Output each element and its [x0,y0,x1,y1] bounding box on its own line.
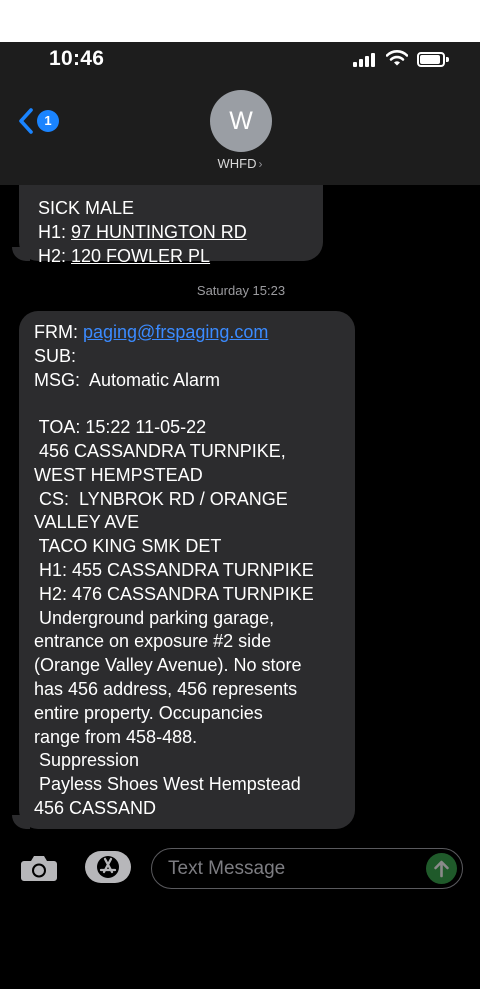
incoming-message-bubble[interactable]: SICK MALE H1: 97 HUNTINGTON RD H2: 120 F… [19,185,323,266]
message-timestamp: Saturday 15:23 [196,283,286,298]
message-line: MSG: Automatic Alarm [34,369,221,390]
contact-name: WHFD [217,156,257,171]
message-line: H2: 120 FOWLER PL [38,245,211,266]
message-line: TACO KING SMK DET [34,536,222,557]
unread-count-badge: 1 [37,110,59,132]
chevron-left-icon [19,108,33,134]
message-line: 456 CASSAND [34,797,157,818]
message-line: WEST HEMPSTEAD [34,464,203,485]
contact-name-button[interactable]: WHFD › [0,156,480,171]
message-line: (Orange Valley Avenue). No store [34,655,302,676]
message-line: entrance on exposure #2 side [34,631,272,652]
message-line: SICK MALE [38,198,135,218]
cellular-signal-icon [353,53,377,67]
message-line: Underground parking garage, [34,607,275,628]
message-line: H1: 97 HUNTINGTON RD [38,221,247,242]
message-line: entire property. Occupancies [34,702,263,723]
message-line: TOA: 15:22 11-05-22 [34,417,207,438]
top-strip [0,0,480,42]
message-line: Payless Shoes West Hempstead [34,774,301,795]
address-link[interactable]: 97 HUNTINGTON RD [71,222,247,242]
status-time: 10:46 [49,47,105,70]
message-body: SUB: MSG: Automatic Alarm TOA: 15:22 11-0… [34,345,345,821]
bubble-tail [12,247,30,261]
message-line: CS: LYNBROK RD / ORANGE [34,488,288,509]
message-line: range from 458-488. [34,726,198,747]
message-line: FRM: paging@frspaging.com [34,322,269,342]
contact-avatar[interactable]: W [210,90,272,152]
battery-icon [417,52,449,67]
conversation-header: 10:46 1 W WHFD › [0,42,480,185]
app-store-icon[interactable] [85,851,131,883]
send-arrow-icon [434,860,449,878]
wifi-icon [385,49,409,67]
message-line: SUB: [34,345,77,366]
message-line: VALLEY AVE [34,512,140,533]
text-message-input[interactable] [168,857,408,881]
bubble-tail [12,815,30,829]
message-line: 456 CASSANDRA TURNPIKE, [34,440,286,461]
message-line: has 456 address, 456 represents [34,678,298,699]
message-line: H2: 476 CASSANDRA TURNPIKE [34,583,314,604]
chevron-right-icon: › [258,157,263,171]
back-button[interactable]: 1 [18,104,62,138]
send-button[interactable] [426,853,457,884]
text-message-field[interactable] [151,848,463,889]
message-line: H1: 455 CASSANDRA TURNPIKE [34,559,314,580]
message-thread[interactable]: SICK MALE H1: 97 HUNTINGTON RD H2: 120 F… [0,185,480,840]
camera-icon[interactable] [20,854,58,882]
incoming-message-bubble[interactable]: FRM: paging@frspaging.com SUB: MSG: Autom… [19,311,355,829]
message-composer [0,840,480,895]
address-link[interactable]: 120 FOWLER PL [71,246,210,266]
message-line [34,392,345,416]
email-link[interactable]: paging@frspaging.com [83,322,268,342]
message-line: Suppression [34,750,140,771]
